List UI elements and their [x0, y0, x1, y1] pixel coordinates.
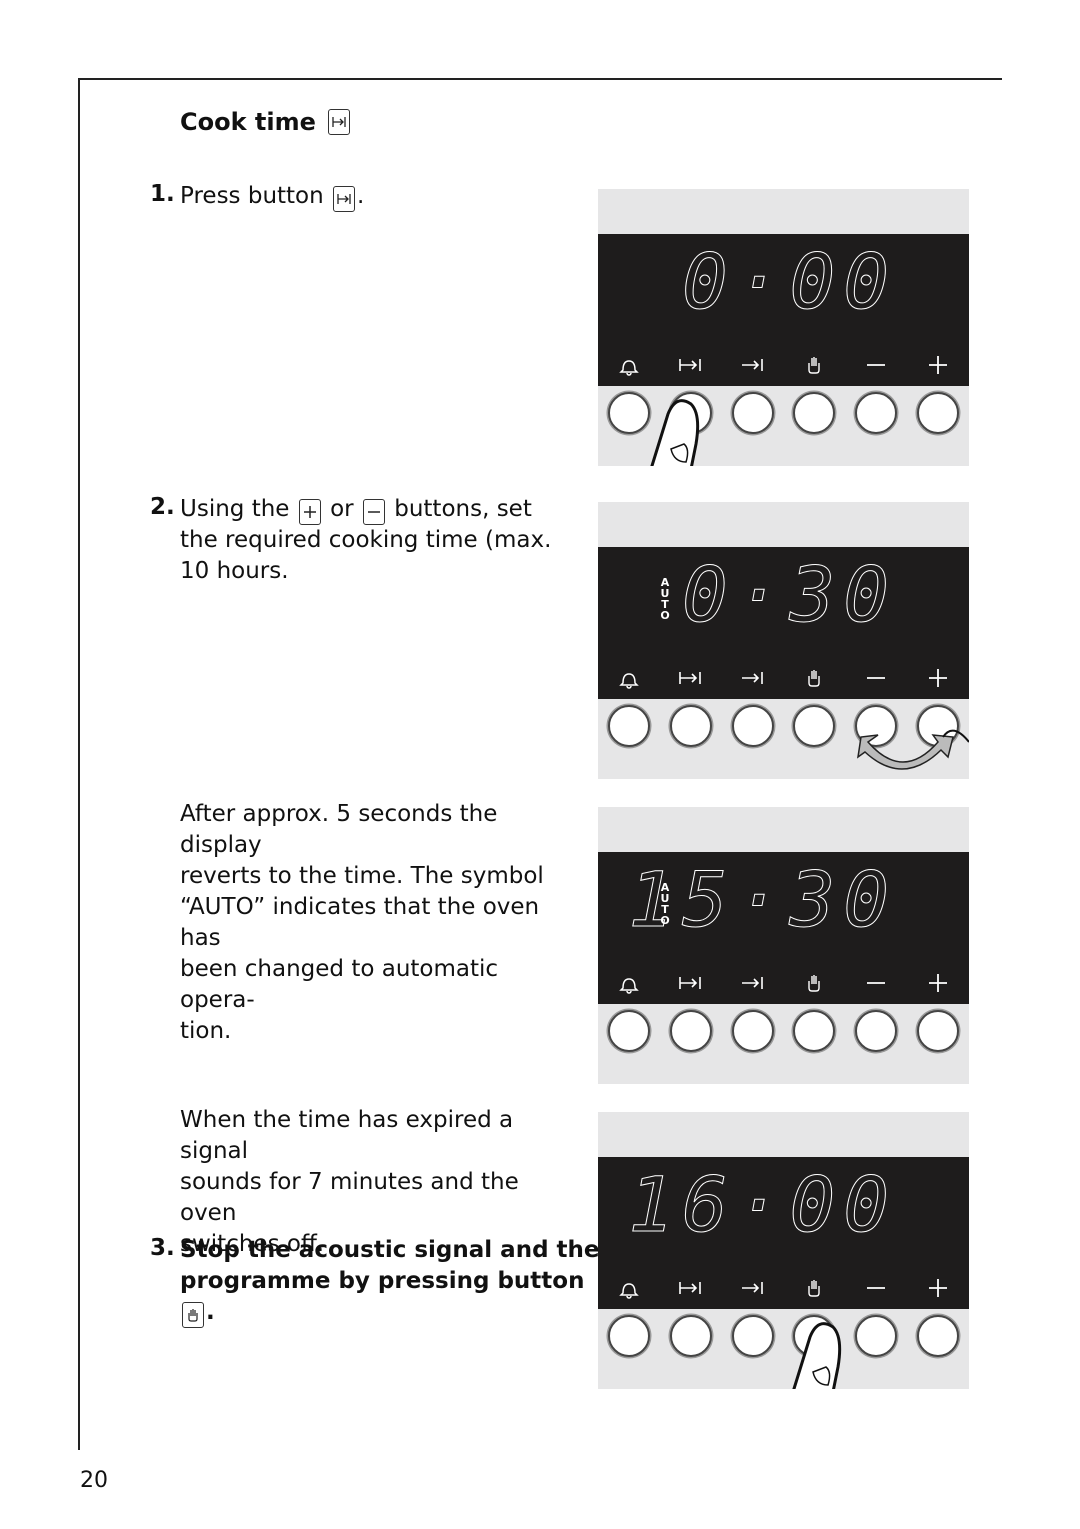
plus-icon — [298, 499, 321, 525]
time-display: 0·00 — [681, 237, 897, 326]
step-text: buttons, set — [394, 496, 532, 522]
cook-time-button[interactable] — [660, 705, 722, 747]
step-2-text: Using the or buttons, set the required c… — [180, 494, 580, 587]
step-number: 2. — [150, 494, 175, 520]
bell-button[interactable] — [598, 705, 660, 747]
oven-panel-illustration: A U T O 0·30 — [598, 502, 969, 779]
cook-time-icon — [660, 1273, 722, 1303]
auto-indicator: AUTO — [660, 576, 670, 622]
step-text-end: . — [206, 1299, 215, 1325]
display-screen: A U T O 0·30 — [598, 547, 969, 699]
hand-stop-icon — [783, 968, 845, 998]
minus-icon — [845, 350, 907, 380]
bell-icon — [598, 350, 660, 380]
hand-stop-icon — [783, 350, 845, 380]
end-time-button[interactable] — [722, 392, 784, 434]
rotate-arrow-icon — [856, 729, 969, 770]
para-line: After approx. 5 seconds the display — [180, 801, 498, 858]
para-line: tion. — [180, 1018, 232, 1044]
cook-time-icon — [660, 968, 722, 998]
hand-stop-button[interactable] — [783, 705, 845, 747]
display-screen: 0·00 — [598, 234, 969, 386]
auto-paragraph: After approx. 5 seconds the display reve… — [180, 799, 580, 1047]
display-digits: 16·00 — [628, 1160, 897, 1249]
bell-icon — [598, 1273, 660, 1303]
plus-button[interactable] — [907, 1010, 969, 1052]
step-text: 10 hours. — [180, 558, 289, 584]
hand-stop-icon — [783, 663, 845, 693]
end-time-button[interactable] — [722, 705, 784, 747]
cook-time-icon — [327, 109, 350, 135]
heading-title: Cook time — [180, 108, 316, 136]
section-heading: Cook time — [180, 108, 352, 136]
para-line: “AUTO” indicates that the oven has — [180, 894, 540, 951]
plus-icon — [907, 968, 969, 998]
step-text: Using the — [180, 496, 290, 522]
step-text: the required cooking time (max. — [180, 527, 552, 553]
end-time-icon — [722, 663, 784, 693]
time-display: 0·30 — [681, 550, 897, 639]
end-time-button[interactable] — [722, 1315, 784, 1357]
finger-icon — [792, 1322, 842, 1389]
para-line: reverts to the time. The symbol — [180, 863, 544, 889]
hand-stop-icon — [783, 1273, 845, 1303]
oven-panel-illustration: 0·00 — [598, 189, 969, 466]
hand-stop-icon — [182, 1302, 204, 1328]
end-time-icon — [722, 350, 784, 380]
display-digits: 15·30 — [628, 855, 897, 944]
finger-icon — [650, 399, 700, 466]
cook-time-button[interactable] — [660, 1315, 722, 1357]
display-digits: 0·30 — [681, 550, 897, 639]
display-digits: 0·00 — [681, 237, 897, 326]
step-number: 1. — [150, 181, 175, 207]
plus-button[interactable] — [907, 1315, 969, 1357]
minus-icon — [845, 968, 907, 998]
plus-icon — [907, 663, 969, 693]
display-screen: 16·00 — [598, 1157, 969, 1309]
plus-icon — [907, 1273, 969, 1303]
hand-stop-button[interactable] — [783, 1010, 845, 1052]
oven-panel-illustration: A U T O 15·30 — [598, 807, 969, 1084]
para-line: sounds for 7 minutes and the oven — [180, 1169, 519, 1226]
display-screen: A U T O 15·30 — [598, 852, 969, 1004]
time-display: 15·30 — [628, 855, 897, 944]
step-text: programme by pressing button — [180, 1268, 585, 1294]
bell-icon — [598, 663, 660, 693]
cook-time-button[interactable] — [660, 1010, 722, 1052]
para-line: When the time has expired a signal — [180, 1107, 514, 1164]
para-line: been changed to automatic opera- — [180, 956, 499, 1013]
step-3-text: Stop the acoustic signal and the program… — [180, 1235, 600, 1328]
step-text: or — [330, 496, 354, 522]
minus-icon — [845, 663, 907, 693]
minus-button[interactable] — [845, 392, 907, 434]
step-text: Stop the acoustic signal and the — [180, 1237, 600, 1263]
minus-icon — [845, 1273, 907, 1303]
step-text: Press button — [180, 183, 324, 209]
cook-time-icon — [660, 350, 722, 380]
hand-stop-button[interactable] — [783, 392, 845, 434]
cook-time-icon — [333, 186, 356, 212]
plus-icon — [907, 350, 969, 380]
oven-panel-illustration: 16·00 — [598, 1112, 969, 1389]
step-1-text: Press button . — [180, 181, 580, 212]
bell-button[interactable] — [598, 1010, 660, 1052]
step-text-end: . — [357, 183, 365, 209]
time-display: 16·00 — [628, 1160, 897, 1249]
left-rule — [78, 78, 80, 1450]
minus-icon — [362, 499, 385, 525]
minus-button[interactable] — [845, 1010, 907, 1052]
end-time-button[interactable] — [722, 1010, 784, 1052]
page-number: 20 — [80, 1468, 108, 1493]
bell-icon — [598, 968, 660, 998]
bell-button[interactable] — [598, 1315, 660, 1357]
top-rule — [78, 78, 1002, 80]
end-time-icon — [722, 1273, 784, 1303]
plus-button[interactable] — [907, 392, 969, 434]
step-number: 3. — [150, 1235, 175, 1261]
cook-time-icon — [660, 663, 722, 693]
end-time-icon — [722, 968, 784, 998]
